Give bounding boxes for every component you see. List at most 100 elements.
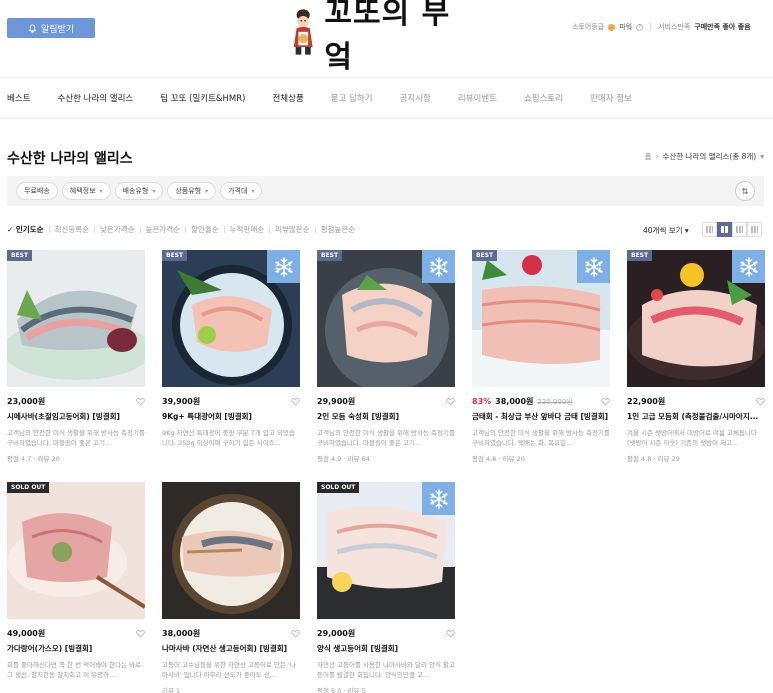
sort-option[interactable]: 낮은가격순 bbox=[100, 224, 135, 235]
heart-icon[interactable] bbox=[756, 397, 765, 406]
product-card[interactable]: BEST 39,900원 9Kg+ 특대광어회 [빙결회] 9Kg 자연산 특대광어 … bbox=[162, 250, 300, 448]
chef-character-icon bbox=[293, 9, 313, 55]
heart-icon[interactable] bbox=[136, 397, 145, 406]
nav-item[interactable]: 묻고 답하기 bbox=[331, 92, 373, 104]
sort-option[interactable]: 리뷰많은순 bbox=[275, 224, 310, 235]
divider bbox=[48, 226, 50, 233]
price-row: 38,000원 bbox=[162, 628, 300, 639]
sort-option-label: 인기도순 bbox=[15, 225, 44, 234]
sort-direction-icon[interactable]: ⇅ bbox=[735, 181, 755, 201]
sort-option[interactable]: 평점높은순 bbox=[321, 224, 356, 235]
sort-option[interactable]: 최신등록순 bbox=[55, 224, 90, 235]
heart-icon[interactable] bbox=[446, 629, 455, 638]
breadcrumb-home[interactable]: 홈 bbox=[645, 151, 652, 162]
nav-item[interactable]: 판매자 정보 bbox=[590, 92, 632, 104]
product-badge: SOLD OUT bbox=[7, 482, 50, 493]
snowflake-icon bbox=[274, 256, 293, 277]
product-name[interactable]: 2인 모듬 숙성회 [빙결회] bbox=[317, 411, 455, 422]
alarm-button[interactable]: 알림받기 bbox=[7, 18, 95, 38]
product-image[interactable] bbox=[162, 482, 300, 619]
product-description: 고등어 고수님들을 위한 자연산 고등어로 만든 '나마사바' 입니다 아무리 … bbox=[162, 661, 296, 679]
nav-item[interactable]: 수산한 나라의 앨리스 bbox=[57, 92, 133, 104]
bell-icon bbox=[28, 23, 37, 33]
list-view-icon[interactable] bbox=[702, 222, 717, 237]
heart-icon[interactable] bbox=[291, 629, 300, 638]
chevron-down-icon[interactable]: ▾ bbox=[760, 152, 764, 161]
store-logo[interactable]: 꼬또의 부엌 bbox=[290, 0, 470, 75]
snowflake-icon bbox=[429, 488, 448, 509]
sort-options: ✓ 인기도순 최신등록순 낮은가격순 높은가격순 할인율순 누적판매순 리뷰많은순 평점높은순 bbox=[7, 224, 360, 235]
product-description: 겨울 시즌 쌧방어에서 대방어로 여름 고체됩니다(쌧방어 시즌 아웃) 기존의… bbox=[627, 429, 757, 447]
sort-option-label: 리뷰많은순 bbox=[275, 225, 310, 234]
price-row: 29,000원 bbox=[317, 628, 455, 639]
nav-item[interactable]: 팀 꼬또 (밀키트&HMR) bbox=[160, 92, 245, 104]
product-name[interactable]: 금태회 - 최상급 부산 앞바다 금태 [빙결회] bbox=[472, 411, 610, 422]
nav-item[interactable]: 쇼핑스토리 bbox=[524, 92, 563, 104]
product-name[interactable]: 가다랑어(가스오) [빙결회] bbox=[7, 643, 145, 654]
product-photo bbox=[7, 482, 145, 619]
filter-chip[interactable]: 가격대 ▾ bbox=[220, 182, 263, 200]
product-name[interactable]: 양식 생고등어회 [빙결회] bbox=[317, 643, 455, 654]
nav-item[interactable]: 리뷰이벤트 bbox=[458, 92, 497, 104]
filter-chip-label: 가격대 bbox=[228, 187, 248, 195]
divider bbox=[139, 226, 141, 233]
product-rating: 평점 4.8 · 리뷰 29 bbox=[627, 455, 680, 463]
product-name[interactable]: 시메사바(초절임고등어회) [빙결회] bbox=[7, 411, 145, 422]
product-card[interactable]: BEST 22,900원 1인 고급 모듬회 (측정불검출/시마아지... 겨울 시즌… bbox=[627, 250, 765, 463]
sort-option-label: 할인율순 bbox=[191, 225, 219, 234]
grid-view-icon[interactable] bbox=[717, 222, 732, 237]
product-rating: 평점 4.7 · 리뷰 20 bbox=[7, 455, 60, 463]
filter-chip[interactable]: 무료배송 bbox=[16, 182, 58, 200]
gallery-view-icon[interactable] bbox=[747, 222, 762, 237]
sort-option[interactable]: 누적판매순 bbox=[230, 224, 265, 235]
divider bbox=[314, 226, 316, 233]
store-grade-value: 파워 bbox=[619, 23, 633, 31]
breadcrumb-current[interactable]: 수산한 나라의 앨리스(총 8개) bbox=[663, 151, 757, 162]
frozen-badge bbox=[422, 482, 455, 515]
product-image[interactable]: SOLD OUT bbox=[317, 482, 455, 619]
heart-icon[interactable] bbox=[446, 397, 455, 406]
price-row: 23,000원 bbox=[7, 396, 145, 407]
product-image[interactable]: BEST bbox=[472, 250, 610, 387]
filter-chip[interactable]: 혜택정보 ▾ bbox=[61, 182, 111, 200]
product-image[interactable]: BEST bbox=[162, 250, 300, 387]
large-grid-view-icon[interactable] bbox=[732, 222, 747, 237]
product-card[interactable]: SOLD OUT 49,000원 가다랑어(가스오) [빙결회] 회를 좋아하신다면 … bbox=[7, 482, 145, 680]
sort-option-label: 최신등록순 bbox=[54, 225, 90, 234]
product-price: 38,000원 bbox=[162, 629, 201, 638]
product-name[interactable]: 나마사바 (자연산 생고등어회) [빙결회] bbox=[162, 643, 300, 654]
help-icon[interactable]: ? bbox=[636, 23, 644, 31]
product-image[interactable]: BEST bbox=[7, 250, 145, 387]
nav-item[interactable]: 베스트 bbox=[7, 92, 30, 104]
sort-option[interactable]: 할인율순 bbox=[191, 224, 219, 235]
product-name[interactable]: 1인 고급 모듬회 (측정불검출/시마아지... bbox=[627, 411, 765, 422]
product-description: 고객님의 안전한 미식 생활을 위해 방사능 측정기를 구비하였습니다. 택배는… bbox=[472, 429, 610, 447]
product-image[interactable]: SOLD OUT bbox=[7, 482, 145, 619]
nav-item[interactable]: 공지사항 bbox=[400, 92, 431, 104]
filter-chip[interactable]: 배송유형 ▾ bbox=[114, 182, 164, 200]
per-page-select[interactable]: 40개씩 보기 ▾ bbox=[643, 225, 689, 236]
product-card[interactable]: BEST 29,900원 2인 모듬 숙성회 [빙결회] 고객님의 안전한 미식 생활… bbox=[317, 250, 455, 463]
product-card[interactable]: BEST 83% 38,000원 220,000원 금태회 - 최상급 부산 앞바다 금… bbox=[472, 250, 610, 463]
product-image[interactable]: BEST bbox=[317, 250, 455, 387]
chevron-down-icon: ▾ bbox=[205, 187, 209, 195]
nav-item[interactable]: 전체상품 bbox=[272, 92, 303, 104]
view-toggles bbox=[702, 222, 762, 237]
product-image[interactable]: BEST bbox=[627, 250, 765, 387]
product-price: 29,000원 bbox=[317, 629, 356, 638]
heart-icon[interactable] bbox=[291, 397, 300, 406]
product-badge: BEST bbox=[317, 250, 343, 261]
product-badge: BEST bbox=[7, 250, 33, 261]
filter-chip[interactable]: 상품유형 ▾ bbox=[167, 182, 217, 200]
product-card[interactable]: BEST 23,000원 시메사바(초절임고등어회) [빙결회] 고객님의 안전한 미… bbox=[7, 250, 145, 463]
heart-icon[interactable] bbox=[601, 397, 610, 406]
product-card[interactable]: 38,000원나마사바 (자연산 생고등어회) [빙결회] 고등어 고수님들을 위… bbox=[162, 482, 300, 693]
sort-option[interactable]: ✓ 인기도순 bbox=[7, 224, 44, 235]
product-card[interactable]: SOLD OUT 29,000원 양식 생고등어회 [빙결회] 자연산 고등어를 사용… bbox=[317, 482, 455, 693]
sort-option-label: 높은가격순 bbox=[145, 225, 181, 234]
product-name[interactable]: 9Kg+ 특대광어회 [빙결회] bbox=[162, 411, 300, 422]
snowflake-icon bbox=[584, 256, 603, 277]
sort-option[interactable]: 높은가격순 bbox=[146, 224, 181, 235]
heart-icon[interactable] bbox=[136, 629, 145, 638]
store-header: 알림받기 꼬또의 부엌 스토어등급 파워 ? 서비스만족 구매만족 좋아 좋음 bbox=[0, 0, 773, 75]
